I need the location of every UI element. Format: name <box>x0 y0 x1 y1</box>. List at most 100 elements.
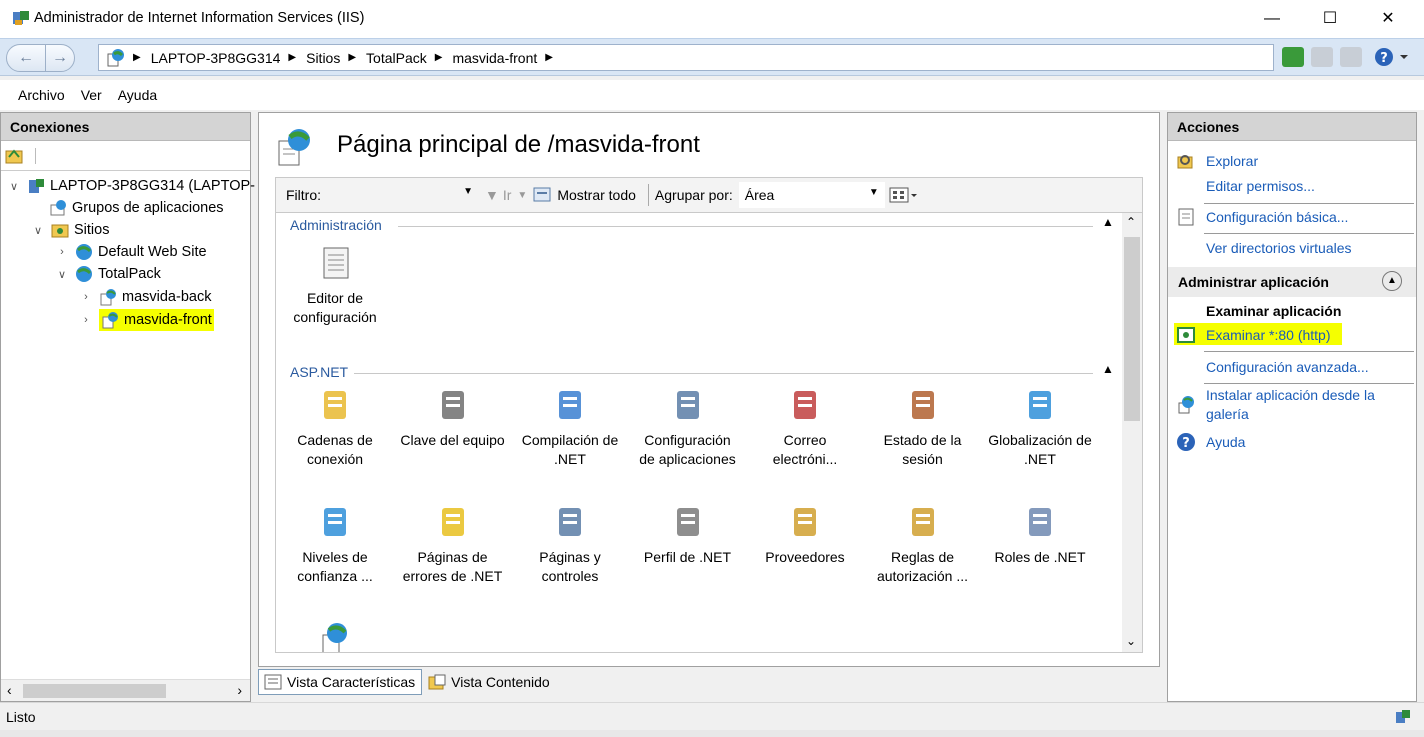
forward-button[interactable]: → <box>45 44 75 72</box>
breadcrumb[interactable]: ▶ LAPTOP-3P8GG314 ▶ Sitios ▶ TotalPack ▶… <box>98 44 1274 71</box>
view-mode-icon[interactable] <box>889 186 919 204</box>
feature-label-line1: Páginas y <box>539 549 601 565</box>
breadcrumb-server[interactable]: LAPTOP-3P8GG314 <box>151 50 281 66</box>
breadcrumb-masvida-front[interactable]: masvida-front <box>452 50 537 66</box>
collapse-group-icon[interactable]: ▲ <box>1102 215 1114 229</box>
tree-item-default-site[interactable]: › Default Web Site <box>55 241 207 263</box>
feature-pages-controls[interactable]: Páginas y controles <box>511 502 629 586</box>
group-header-aspnet[interactable]: ASP.NET <box>290 364 348 380</box>
action-basic-settings[interactable]: Configuración básica... <box>1206 209 1348 225</box>
breadcrumb-sites[interactable]: Sitios <box>306 50 340 66</box>
feature-authorization-rules[interactable]: Reglas de autorización ... <box>864 502 982 586</box>
tree-item-server[interactable]: ∨ LAPTOP-3P8GG314 (LAPTOP- <box>7 175 255 197</box>
tab-features-view[interactable]: Vista Características <box>258 669 423 695</box>
scroll-down-icon[interactable]: ⌄ <box>1126 634 1136 648</box>
tree-item-app-pools[interactable]: Grupos de aplicaciones <box>49 197 224 219</box>
session-state-icon <box>911 391 934 419</box>
scroll-up-icon[interactable]: ⌃ <box>1126 215 1136 229</box>
feature-label-line1: Configuración <box>644 432 731 448</box>
tree-item-totalpack[interactable]: ∨ TotalPack <box>55 263 161 285</box>
feature-dotnet-compilation[interactable]: Compilación de .NET <box>511 385 629 469</box>
funnel-icon[interactable]: ▼ <box>485 187 499 203</box>
chevron-down-icon[interactable]: ▼ <box>463 186 473 197</box>
scroll-right-icon[interactable]: › <box>237 682 242 698</box>
go-button[interactable]: Ir <box>503 187 512 203</box>
features-list: Administración ▲ Editor de configuración… <box>275 213 1143 653</box>
expand-icon[interactable]: › <box>79 291 93 303</box>
manage-app-section[interactable]: Administrar aplicación ▲ <box>1168 267 1416 297</box>
feature-label-line1: Clave del equipo <box>400 432 505 448</box>
feature-label-line1: Cadenas de <box>297 432 373 448</box>
feature-dotnet-globalization[interactable]: Globalización de .NET <box>981 385 1099 469</box>
breadcrumb-totalpack[interactable]: TotalPack <box>366 50 427 66</box>
action-browse-80[interactable]: Examinar *:80 (http) <box>1206 327 1331 343</box>
expand-icon[interactable]: › <box>79 314 93 326</box>
scrollbar-thumb[interactable] <box>1124 237 1140 421</box>
feature-trust-levels[interactable]: Niveles de confianza ... <box>276 502 394 586</box>
tree-label: LAPTOP-3P8GG314 (LAPTOP- <box>50 178 255 194</box>
tree-label: Default Web Site <box>98 244 207 260</box>
action-advanced-settings[interactable]: Configuración avanzada... <box>1206 359 1369 375</box>
feature-machine-key[interactable]: Clave del equipo <box>394 385 512 450</box>
scroll-left-icon[interactable]: ‹ <box>7 682 12 698</box>
maximize-button[interactable]: ☐ <box>1301 0 1359 38</box>
filter-label: Filtro: <box>286 187 321 203</box>
horizontal-scrollbar[interactable]: ‹ › <box>1 679 250 701</box>
collapse-icon[interactable]: ∨ <box>7 180 21 193</box>
feature-dotnet-roles[interactable]: Roles de .NET <box>981 502 1099 567</box>
scrollbar-thumb[interactable] <box>23 684 166 698</box>
feature-partial[interactable] <box>276 621 394 652</box>
install-app-icon <box>1178 396 1194 414</box>
menu-ver[interactable]: Ver <box>73 87 110 103</box>
feature-label-line1: Páginas de <box>417 549 488 565</box>
connect-icon[interactable] <box>5 147 25 165</box>
filter-bar: Filtro: ▼ ▼ Ir ▼ Mostrar todo Agrupar po… <box>275 177 1143 213</box>
feature-dotnet-error-pages[interactable]: Páginas de errores de .NET <box>394 502 512 586</box>
group-header-admin[interactable]: Administración <box>290 217 382 233</box>
feature-smtp-email[interactable]: Correo electróni... <box>746 385 864 469</box>
feature-config-editor[interactable]: Editor de configuración <box>276 243 394 327</box>
action-edit-permissions[interactable]: Editar permisos... <box>1206 178 1315 194</box>
action-install-from-gallery-line2[interactable]: galería <box>1206 406 1249 422</box>
back-button[interactable]: ← <box>6 44 46 72</box>
feature-connection-strings[interactable]: Cadenas de conexión <box>276 385 394 469</box>
collapse-section-icon[interactable]: ▲ <box>1382 271 1402 291</box>
feature-app-settings[interactable]: Configuración de aplicaciones <box>629 385 747 469</box>
filter-input[interactable]: ▼ <box>327 182 477 208</box>
status-text: Listo <box>6 709 36 725</box>
minimize-button[interactable]: — <box>1243 0 1301 38</box>
menu-ayuda[interactable]: Ayuda <box>110 87 165 103</box>
tree-label: masvida-back <box>122 289 212 305</box>
help-dropdown-icon[interactable]: ? <box>1374 47 1410 67</box>
feature-providers[interactable]: Proveedores <box>746 502 864 567</box>
tree-item-sites[interactable]: ∨ Sitios <box>31 219 110 241</box>
action-help[interactable]: Ayuda <box>1206 434 1245 450</box>
collapse-icon[interactable]: ∨ <box>55 268 69 281</box>
chevron-down-icon: ▼ <box>868 187 879 198</box>
feature-session-state[interactable]: Estado de la sesión <box>864 385 982 469</box>
connections-header: Conexiones <box>1 113 250 141</box>
breadcrumb-separator[interactable]: ▶ <box>545 52 553 63</box>
address-bar: ← → ▶ LAPTOP-3P8GG314 ▶ Sitios ▶ TotalPa… <box>0 38 1424 76</box>
action-install-from-gallery-line1[interactable]: Instalar aplicación desde la <box>1206 387 1375 403</box>
tree-item-masvida-back[interactable]: › masvida-back <box>79 286 211 308</box>
menu-archivo[interactable]: Archivo <box>10 87 73 103</box>
tree-item-masvida-front[interactable]: › masvida-front <box>79 309 214 331</box>
feature-label-line1: Correo <box>783 432 827 448</box>
group-by-select[interactable]: Área ▼ <box>738 182 885 208</box>
refresh-icon[interactable] <box>1282 47 1304 67</box>
tab-content-view[interactable]: Vista Contenido <box>422 669 557 695</box>
show-all-button[interactable]: Mostrar todo <box>557 187 636 203</box>
app-settings-icon <box>676 391 699 419</box>
close-button[interactable]: ✕ <box>1359 0 1417 38</box>
expand-icon[interactable]: › <box>55 246 69 258</box>
action-view-virtual-dirs[interactable]: Ver directorios virtuales <box>1206 240 1352 256</box>
collapse-group-icon[interactable]: ▲ <box>1102 362 1114 376</box>
action-explore[interactable]: Explorar <box>1206 153 1258 169</box>
collapse-icon[interactable]: ∨ <box>31 224 45 237</box>
stop-icon[interactable] <box>1311 47 1333 67</box>
home-icon[interactable] <box>1340 47 1362 67</box>
feature-dotnet-profile[interactable]: Perfil de .NET <box>629 502 747 567</box>
chevron-down-icon[interactable]: ▼ <box>517 190 527 201</box>
vertical-scrollbar[interactable]: ⌃ ⌄ <box>1122 213 1142 652</box>
